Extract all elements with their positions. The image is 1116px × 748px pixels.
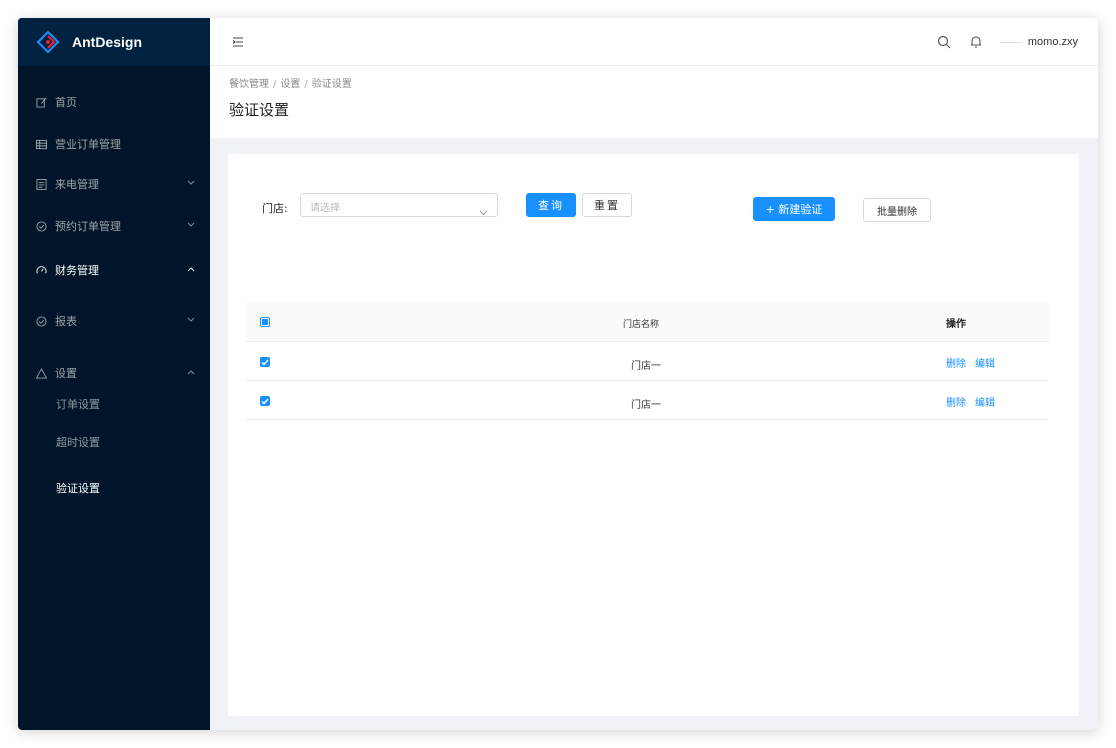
row-checkbox[interactable]	[260, 396, 270, 406]
breadcrumb: 餐饮管理 / 设置 / 验证设置	[229, 75, 352, 90]
store-select[interactable]: 请选择	[300, 193, 498, 217]
sidebar-item-home[interactable]: 首页	[18, 92, 210, 112]
new-verification-button[interactable]: + 新建验证	[753, 197, 835, 221]
check-circle-icon	[35, 315, 47, 327]
edit-link[interactable]: 编辑	[975, 355, 995, 370]
breadcrumb-separator: /	[273, 79, 277, 90]
menu-fold-icon[interactable]	[230, 34, 246, 50]
chevron-up-icon	[186, 367, 196, 377]
breadcrumb-item[interactable]: 餐饮管理	[229, 79, 269, 90]
sidebar-item-label: 来电管理	[55, 178, 99, 191]
content-card: 门店: 请选择 查询 重置 + 新建验证 批量删除 门店名称 操作 门店一 删除…	[228, 154, 1079, 716]
reset-button[interactable]: 重置	[582, 193, 632, 217]
edit-link[interactable]: 编辑	[975, 394, 995, 409]
chevron-up-icon	[186, 264, 196, 274]
page-title: 验证设置	[229, 101, 290, 119]
table-icon	[35, 138, 47, 150]
chevron-down-icon	[186, 315, 196, 325]
column-header-store-name: 门店名称	[623, 320, 660, 330]
sidebar-subitem-label: 验证设置	[56, 482, 100, 495]
sidebar-item-label: 预约订单管理	[55, 220, 121, 233]
breadcrumb-item[interactable]: 设置	[280, 79, 300, 90]
check-circle-icon	[35, 220, 47, 232]
table-row: 门店一 删除 编辑	[246, 381, 1049, 420]
store-name-cell: 门店一	[631, 400, 661, 411]
store-label: 门店:	[262, 202, 288, 215]
chevron-down-icon	[186, 220, 196, 230]
table-row: 门店一 删除 编辑	[246, 342, 1049, 381]
sidebar-item-calls[interactable]: 来电管理	[18, 174, 210, 194]
logo[interactable]: AntDesign	[18, 18, 210, 66]
header-actions: momo.zxy	[920, 32, 1078, 52]
table-header: 门店名称 操作	[246, 302, 1049, 342]
batch-delete-button[interactable]: 批量删除	[863, 198, 931, 222]
sidebar-item-label: 设置	[55, 367, 77, 380]
sidebar-item-business-orders[interactable]: 营业订单管理	[18, 134, 210, 154]
breadcrumb-item-current: 验证设置	[311, 79, 352, 90]
search-icon[interactable]	[936, 34, 952, 50]
breadcrumb-separator: /	[304, 79, 308, 90]
sidebar-subitem-timeout-settings[interactable]: 超时设置	[18, 432, 210, 452]
app-name: AntDesign	[72, 34, 142, 50]
profile-icon	[35, 178, 47, 190]
store-select-placeholder: 请选择	[310, 203, 340, 214]
sidebar-item-reservations[interactable]: 预约订单管理	[18, 216, 210, 236]
sidebar-item-label: 报表	[55, 315, 77, 328]
sidebar-item-label: 首页	[55, 96, 77, 109]
sidebar: AntDesign 首页 营业订单管理 来电管理 预约订单管理 财务管理 报表 …	[18, 18, 210, 730]
sidebar-item-reports[interactable]: 报表	[18, 311, 210, 331]
sidebar-item-label: 营业订单管理	[55, 138, 121, 151]
chevron-down-icon	[186, 178, 196, 188]
edit-icon	[35, 96, 47, 108]
delete-link[interactable]: 删除	[946, 355, 966, 370]
column-header-actions: 操作	[946, 319, 966, 330]
sidebar-subitem-verify-settings[interactable]: 验证设置	[18, 478, 210, 498]
antdesign-logo-icon	[36, 30, 60, 54]
sidebar-item-finance[interactable]: 财务管理	[18, 260, 210, 280]
username[interactable]: momo.zxy	[1028, 36, 1078, 48]
query-button[interactable]: 查询	[526, 193, 576, 217]
chevron-down-icon	[479, 201, 489, 216]
page-header: 餐饮管理 / 设置 / 验证设置 验证设置	[210, 66, 1098, 138]
row-actions: 删除 编辑	[946, 355, 1004, 370]
row-actions: 删除 编辑	[946, 394, 1004, 409]
delete-link[interactable]: 删除	[946, 394, 966, 409]
dashboard-icon	[35, 264, 47, 276]
sidebar-subitem-label: 超时设置	[56, 436, 100, 449]
row-checkbox[interactable]	[260, 357, 270, 367]
sidebar-item-label: 财务管理	[55, 264, 99, 277]
bell-icon[interactable]	[968, 34, 984, 50]
select-all-checkbox[interactable]	[260, 317, 270, 327]
app-window: AntDesign 首页 营业订单管理 来电管理 预约订单管理 财务管理 报表 …	[18, 18, 1098, 730]
stores-table: 门店名称 操作 门店一 删除 编辑 门店一 删除 编辑	[246, 302, 1049, 420]
sidebar-item-settings[interactable]: 设置	[18, 363, 210, 383]
warning-icon	[35, 367, 47, 379]
sidebar-subitem-label: 订单设置	[56, 398, 100, 411]
sidebar-subitem-order-settings[interactable]: 订单设置	[18, 394, 210, 414]
top-header: momo.zxy	[210, 18, 1098, 66]
avatar[interactable]	[999, 41, 1022, 43]
store-name-cell: 门店一	[631, 361, 661, 372]
